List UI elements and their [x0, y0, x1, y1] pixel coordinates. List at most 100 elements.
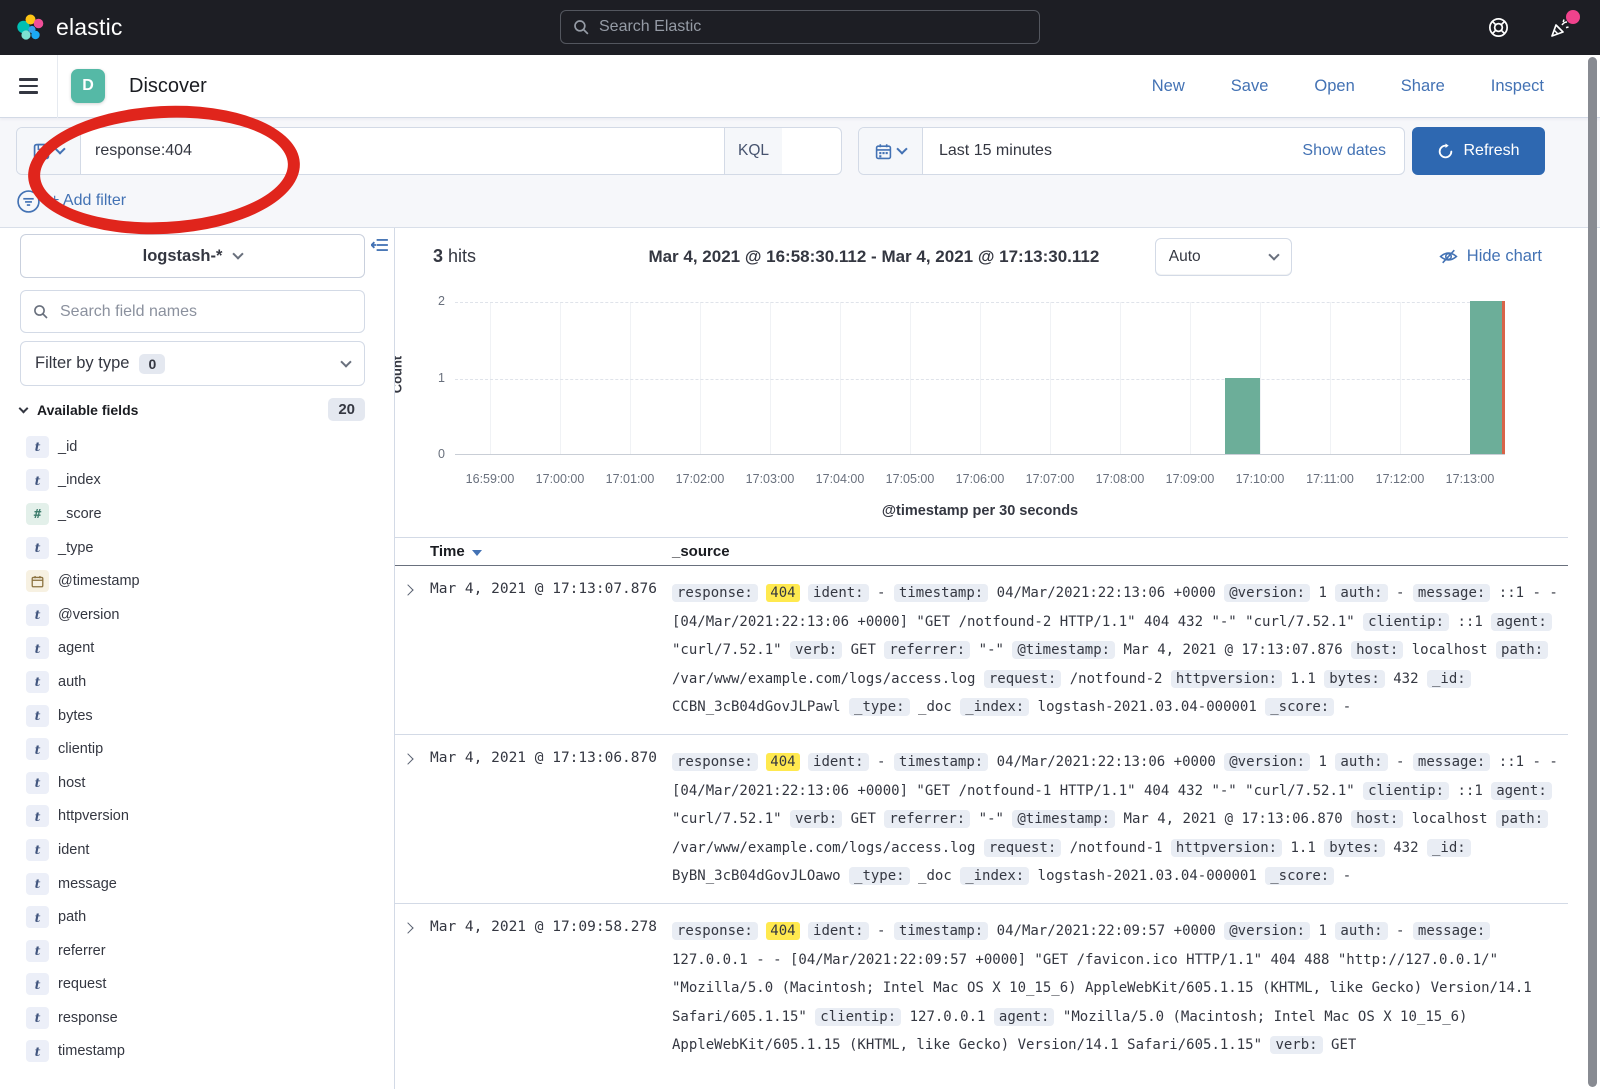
expand-row-icon[interactable] [402, 584, 413, 595]
field-name: request [58, 976, 106, 992]
field-name-chip: host: [1351, 810, 1403, 828]
field-search-input[interactable]: Search field names [20, 290, 365, 333]
field-name-chip: response: [672, 753, 758, 771]
hits-count: 3 hits [433, 246, 593, 267]
elastic-logo: elastic [0, 12, 123, 44]
x-tick-label: 17:03:00 [746, 472, 795, 486]
field-name-chip: agent: [994, 1008, 1055, 1026]
filter-count-badge: 0 [139, 354, 165, 374]
histogram-bar[interactable] [1470, 301, 1505, 454]
table-header: Time _source [395, 537, 1568, 566]
field-item-_id[interactable]: t_id [26, 430, 384, 464]
field-item-referrer[interactable]: treferrer [26, 934, 384, 968]
field-item-response[interactable]: tresponse [26, 1001, 384, 1035]
vertical-scrollbar[interactable] [1588, 57, 1597, 1087]
field-item-clientip[interactable]: tclientip [26, 732, 384, 766]
field-item-@timestamp[interactable]: @timestamp [26, 564, 384, 598]
available-fields-header[interactable]: Available fields 20 [20, 398, 365, 421]
field-type-text-icon: t [26, 1007, 49, 1029]
chevron-down-icon [340, 356, 351, 367]
field-item-host[interactable]: thost [26, 766, 384, 800]
save-query-icon [33, 143, 50, 160]
highlighted-value: 404 [766, 922, 799, 940]
nav-link-save[interactable]: Save [1231, 77, 1269, 96]
field-item-request[interactable]: t request [26, 968, 384, 1002]
field-item-@version[interactable]: t@version [26, 598, 384, 632]
nav-link-new[interactable]: New [1152, 77, 1185, 96]
date-quick-select-button[interactable] [859, 128, 923, 174]
field-name-chip: referrer: [884, 641, 970, 659]
page-title: Discover [129, 75, 207, 98]
field-name-chip: _id: [1427, 670, 1471, 688]
time-column-header[interactable]: Time [430, 543, 672, 560]
x-tick-label: 17:12:00 [1376, 472, 1425, 486]
interval-value: Auto [1169, 248, 1201, 266]
field-name-chip: agent: [1491, 782, 1552, 800]
x-tick-label: 16:59:00 [466, 472, 515, 486]
announcements-icon[interactable] [1548, 16, 1572, 40]
histogram-bar[interactable] [1225, 378, 1260, 455]
field-item-httpversion[interactable]: thttpversion [26, 800, 384, 834]
hide-chart-button[interactable]: Hide chart [1439, 247, 1542, 266]
field-name: bytes [58, 708, 93, 724]
field-name-chip: _score: [1265, 698, 1334, 716]
field-name-chip: timestamp: [894, 584, 988, 602]
filter-by-type-select[interactable]: Filter by type 0 [20, 341, 365, 386]
nav-link-share[interactable]: Share [1401, 77, 1445, 96]
field-name-chip: _index: [960, 698, 1029, 716]
field-name-chip: verb: [790, 641, 842, 659]
field-name-chip: _id: [1427, 839, 1471, 857]
nav-link-inspect[interactable]: Inspect [1491, 77, 1544, 96]
field-name-chip: request: [984, 839, 1061, 857]
field-item-auth[interactable]: tauth [26, 665, 384, 699]
interval-select[interactable]: Auto [1155, 238, 1292, 276]
doc-row: Mar 4, 2021 @ 17:13:07.876response: 404 … [395, 566, 1568, 734]
field-name-chip: referrer: [884, 810, 970, 828]
field-name: @timestamp [58, 573, 140, 589]
field-item-_index[interactable]: t_index [26, 464, 384, 498]
show-dates-link[interactable]: Show dates [1302, 142, 1388, 160]
field-name: referrer [58, 943, 106, 959]
available-fields-count: 20 [328, 398, 365, 421]
global-search-input[interactable]: Search Elastic [560, 10, 1040, 44]
index-pattern-selector[interactable]: logstash-* [20, 234, 365, 278]
global-search-placeholder: Search Elastic [599, 18, 701, 36]
field-item-message[interactable]: tmessage [26, 867, 384, 901]
add-filter-link[interactable]: + Add filter [50, 192, 126, 210]
field-item-timestamp[interactable]: ttimestamp [26, 1035, 384, 1069]
field-item-agent[interactable]: tagent [26, 632, 384, 666]
filter-icon[interactable] [16, 189, 41, 214]
refresh-button[interactable]: Refresh [1412, 127, 1545, 175]
menu-icon[interactable] [0, 55, 58, 118]
discover-app-badge: D [71, 69, 105, 103]
field-name-chip: @version: [1224, 584, 1310, 602]
query-text: response:404 [95, 142, 192, 160]
field-item-ident[interactable]: tident [26, 833, 384, 867]
field-name-chip: message: [1413, 753, 1490, 771]
y-tick-label: 1 [423, 371, 445, 385]
field-item-bytes[interactable]: tbytes [26, 699, 384, 733]
query-input[interactable]: response:404 [81, 128, 724, 174]
field-item-_type[interactable]: t_type [26, 531, 384, 565]
field-name-chip: auth: [1335, 584, 1387, 602]
query-language-button[interactable]: KQL [724, 128, 782, 174]
nav-link-open[interactable]: Open [1314, 77, 1354, 96]
expand-row-icon[interactable] [402, 753, 413, 764]
saved-query-menu-button[interactable] [17, 128, 81, 174]
expand-row-icon[interactable] [402, 922, 413, 933]
doc-row: Mar 4, 2021 @ 17:13:06.870response: 404 … [395, 734, 1568, 903]
time-range-value[interactable]: Last 15 minutes [939, 142, 1052, 160]
field-name-chip: clientip: [1363, 613, 1449, 631]
field-type-text-icon: t [26, 973, 49, 995]
field-type-text-icon: t [26, 637, 49, 659]
field-item-_score[interactable]: #_score [26, 497, 384, 531]
field-type-text-icon: t [26, 839, 49, 861]
top-nav-menu: New Save Open Share Inspect [1152, 77, 1600, 96]
field-name-chip: host: [1351, 641, 1403, 659]
field-name-chip: _index: [960, 867, 1029, 885]
doc-time: Mar 4, 2021 @ 17:13:06.870 [430, 748, 672, 891]
help-icon[interactable] [1486, 16, 1510, 40]
collapse-sidebar-icon[interactable] [371, 236, 389, 254]
fields-list: t_idt_index#_scoret_type @timestamp t@vers… [26, 430, 384, 1068]
field-item-path[interactable]: tpath [26, 900, 384, 934]
